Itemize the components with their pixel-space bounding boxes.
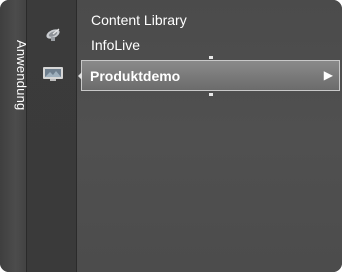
selected-item-label: Produktdemo xyxy=(90,68,181,84)
menu-item-infolive[interactable]: InfoLive xyxy=(91,37,140,53)
menu-screen: Anwendung Content Library InfoLive Produ… xyxy=(0,0,342,272)
icon-column xyxy=(27,0,77,272)
menu-item-produktdemo[interactable]: Produktdemo ▶ xyxy=(81,60,340,91)
selection-pointer-icon xyxy=(78,72,82,80)
scroll-down-indicator xyxy=(209,93,213,96)
menu-item-content-library[interactable]: Content Library xyxy=(91,12,187,28)
satellite-dish-icon xyxy=(41,24,65,44)
submenu-arrow-icon: ▶ xyxy=(323,68,333,82)
category-tab[interactable]: Anwendung xyxy=(0,0,29,272)
menu-list: Content Library InfoLive xyxy=(77,0,342,272)
scroll-up-indicator xyxy=(209,56,213,59)
monitor-icon xyxy=(41,64,65,84)
